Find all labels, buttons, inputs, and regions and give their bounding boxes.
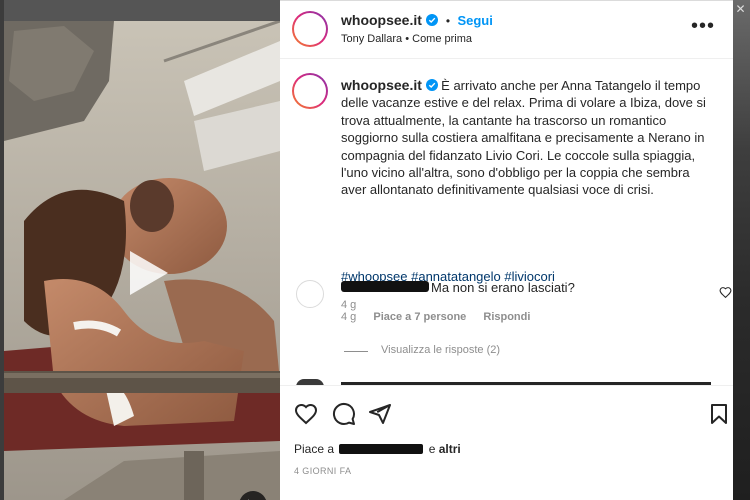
comments-scroll[interactable]: whoopsee.it È arrivato anche per Anna Ta… (280, 59, 733, 385)
audio-line[interactable]: Tony Dallara • Come prima (341, 33, 472, 45)
reply-button[interactable]: Rispondi (483, 311, 530, 323)
comment-text: Ma non si erano lasciati? (431, 280, 575, 295)
comment-heart-icon[interactable] (719, 286, 732, 299)
redacted-username (341, 281, 429, 292)
redacted-liker (339, 444, 424, 454)
replies-divider (344, 351, 368, 352)
audio-separator: • (405, 33, 410, 45)
caption-text: È arrivato anche per Anna Tatangelo il t… (341, 78, 706, 198)
likes-others[interactable]: altri (439, 442, 461, 456)
paper-plane-icon[interactable] (368, 402, 392, 426)
follow-button[interactable]: Segui (457, 13, 492, 28)
audio-title: Come prima (412, 33, 473, 45)
comment-likes[interactable]: Piace a 7 persone (373, 311, 466, 323)
caption-age: 4 g (341, 299, 357, 311)
post-caption: whoopsee.it È arrivato anche per Anna Ta… (341, 77, 711, 199)
post-actions: Piace a e altri 4 GIORNI FA (280, 385, 733, 500)
comment-avatar[interactable] (296, 280, 324, 308)
comment-age: 4 g (341, 311, 357, 323)
post-details-panel: whoopsee.it • Segui Tony Dallara • Come … (280, 0, 733, 500)
post-header: whoopsee.it • Segui Tony Dallara • Come … (280, 1, 733, 59)
close-icon[interactable]: ✕ (734, 3, 747, 16)
verified-badge-icon (425, 79, 438, 91)
header-username[interactable]: whoopsee.it (341, 12, 422, 28)
backdrop-right: ✕ (733, 0, 750, 500)
likes-prefix: Piace a (294, 442, 335, 456)
comment-bubble-icon[interactable] (332, 402, 356, 426)
audio-artist: Tony Dallara (341, 33, 403, 45)
likes-connector: e (428, 442, 436, 456)
caption-username[interactable]: whoopsee.it (341, 77, 422, 93)
play-icon[interactable] (114, 241, 178, 305)
header-user-line: whoopsee.it • Segui (341, 12, 493, 28)
view-replies-button[interactable]: Visualizza le risposte (2) (381, 344, 500, 356)
avatar[interactable] (292, 11, 328, 47)
likes-summary: Piace a e altri (294, 442, 461, 456)
caption-avatar[interactable] (292, 73, 328, 109)
comment-meta: 4 g Piace a 7 persone Rispondi (341, 311, 544, 323)
verified-badge-icon (426, 14, 439, 26)
heart-icon[interactable] (294, 402, 318, 426)
post-timestamp[interactable]: 4 GIORNI FA (294, 466, 351, 476)
more-options-icon[interactable]: ••• (691, 16, 715, 36)
bookmark-icon[interactable] (707, 402, 731, 426)
post-video[interactable] (4, 21, 280, 500)
